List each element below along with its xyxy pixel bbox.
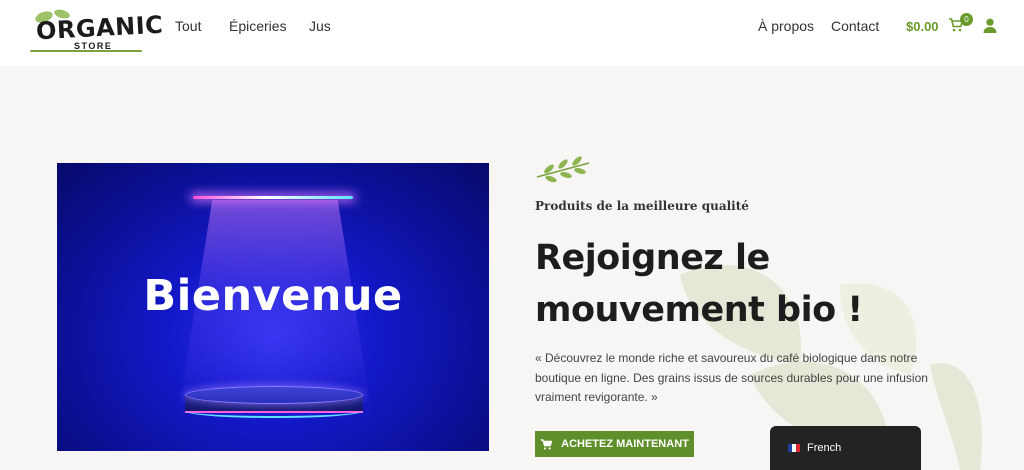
site-header: ORGANIC STORE Tout Épiceries Jus À propo… [0, 0, 1024, 66]
user-icon[interactable] [983, 18, 997, 33]
site-logo[interactable]: ORGANIC STORE [28, 6, 164, 56]
hero-image-text: Bienvenue [143, 271, 403, 321]
nav-link-jus[interactable]: Jus [309, 18, 331, 34]
hero-description: « Découvrez le monde riche et savoureux … [535, 351, 928, 404]
language-label: French [807, 442, 842, 454]
nav-link-contact[interactable]: Contact [831, 18, 879, 34]
shop-now-button[interactable]: ACHETEZ MAINTENANT [535, 431, 694, 457]
cart-icon [540, 438, 553, 450]
hero-banner-image: Bienvenue [57, 163, 489, 451]
hero-headline: Rejoignez le mouvement bio ! [535, 238, 863, 330]
nav-link-epiceries[interactable]: Épiceries [229, 18, 287, 34]
hero-eyebrow: Produits de la meilleure qualité [535, 199, 749, 213]
shop-now-label: ACHETEZ MAINTENANT [561, 438, 689, 450]
spotlight-lamp [193, 196, 353, 199]
nav-link-tout[interactable]: Tout [175, 18, 201, 34]
leaf-sprig-icon [536, 156, 590, 183]
nav-link-a-propos[interactable]: À propos [758, 18, 814, 34]
language-switcher[interactable]: French [770, 426, 921, 470]
french-flag-icon [788, 444, 800, 452]
cart-total[interactable]: $0.00 [906, 19, 939, 34]
podium-top [185, 386, 363, 404]
podium-glow [185, 404, 363, 418]
logo-subtitle: STORE [74, 41, 113, 51]
cart-count-badge: 0 [960, 13, 973, 26]
